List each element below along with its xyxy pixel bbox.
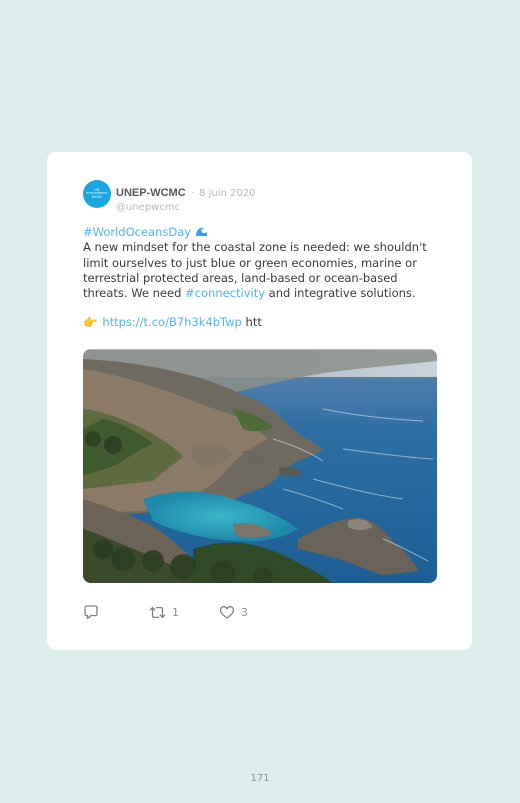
tweet-actions: 1 3 [83,605,283,621]
hashtag-link[interactable]: #connectivity [185,286,265,300]
tweet-text: #WorldOceansDay A new mindset for the co… [83,225,445,331]
retweet-icon [149,605,166,620]
separator: · [190,188,194,199]
pointing-hand-emoji-icon: 👉 [83,315,98,330]
avatar-logo-text: WCMC [91,194,103,199]
tweet-link[interactable]: https://t.co/B7h3k4bTwp [102,315,242,329]
hashtag-link[interactable]: #WorldOceansDay [83,225,191,239]
heart-icon [219,605,235,620]
avatar[interactable]: UN environment WCMC [83,180,111,208]
tweet-date[interactable]: 8 juin 2020 [199,188,255,199]
page-number: 171 [250,773,270,784]
retweet-button[interactable]: 1 [149,605,179,620]
author-handle[interactable]: @unepwcmc [116,202,255,213]
like-button[interactable]: 3 [219,605,248,620]
reply-icon [83,605,99,620]
tweet-header: UNEP-WCMC · 8 juin 2020 @unepwcmc [116,181,255,213]
coastal-cliffs-photo[interactable] [83,349,437,583]
link-trailing-text: htt [245,315,262,330]
wave-emoji-icon [195,226,209,237]
tweet-card: UN environment WCMC UNEP-WCMC · 8 juin 2… [47,152,472,650]
like-count: 3 [241,606,248,619]
author-name[interactable]: UNEP-WCMC [116,187,186,199]
tweet-text-part: and integrative solutions. [265,286,416,301]
retweet-count: 1 [172,606,179,619]
reply-button[interactable] [83,605,105,620]
